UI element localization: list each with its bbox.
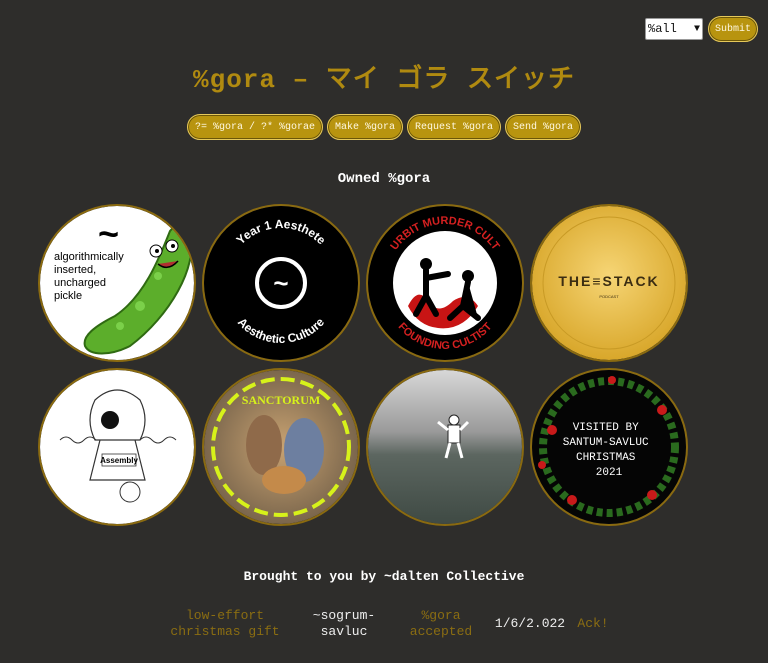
- page-title: %gora – マイ ゴラ スイッチ: [192, 65, 576, 95]
- notification-description-line-1: low-effort: [185, 608, 264, 623]
- notification-status-line-2: accepted: [409, 624, 473, 639]
- gora-filter-select[interactable]: %all ▼: [645, 18, 703, 40]
- badge-pickle-line-1: algorithmically: [54, 251, 124, 263]
- notification-sender: ~sogrum- savluc: [300, 608, 388, 640]
- badge-assembly-text: Assembly: [100, 456, 138, 465]
- notification-date: 1/6/2.022: [494, 616, 566, 631]
- notification-description: low-effort christmas gift: [160, 608, 290, 640]
- submit-button[interactable]: Submit: [708, 16, 758, 42]
- owned-gora-heading: Owned %gora: [337, 171, 431, 187]
- badge-murder-cult[interactable]: URBIT MURDER CULT FOUNDING CULTIST: [366, 204, 524, 362]
- send-gora-button[interactable]: Send %gora: [505, 114, 582, 140]
- filter-bar: %all ▼ Submit: [645, 16, 758, 42]
- badge-assembly[interactable]: Assembly: [38, 368, 196, 526]
- badge-pickle[interactable]: ~ algorithmically inserted, uncharged pi…: [38, 204, 196, 362]
- badge-stack-title: THE≡STACK: [558, 273, 659, 289]
- badge-sanctorum[interactable]: SANCTORUM: [202, 368, 360, 526]
- badge-pickle-line-2: inserted,: [54, 264, 96, 276]
- badge-the-stack[interactable]: THE≡STACK PODCAST: [530, 204, 688, 362]
- ack-link[interactable]: Ack!: [572, 616, 614, 632]
- search-gora-button[interactable]: ?= %gora / ?* %gorae: [186, 114, 323, 140]
- notification-description-line-2: christmas gift: [170, 624, 280, 639]
- action-buttons: ?= %gora / ?* %gorae Make %gora Request …: [0, 114, 768, 140]
- badge-sanctorum-text: SANCTORUM: [242, 393, 320, 407]
- notification-status: %gora accepted: [400, 608, 482, 640]
- badge-pickle-line-4: pickle: [54, 290, 82, 302]
- badge-astronaut[interactable]: [366, 368, 524, 526]
- credit-text: Brought to you by ~dalten Collective: [243, 569, 525, 584]
- badge-christmas-line-3: CHRISTMAS: [576, 452, 636, 464]
- badge-christmas-line-1: VISITED BY: [573, 422, 639, 434]
- badge-aesthete-tilde: ~: [273, 268, 288, 298]
- badge-pickle-tilde: ~: [98, 213, 119, 254]
- badge-christmas-line-4: 2021: [596, 467, 623, 479]
- make-gora-button[interactable]: Make %gora: [326, 114, 403, 140]
- badge-stack-sub: PODCAST: [599, 294, 619, 299]
- badge-christmas-line-2: SANTUM-SAVLUC: [563, 437, 649, 449]
- badge-christmas[interactable]: VISITED BY SANTUM-SAVLUC CHRISTMAS 2021: [530, 368, 688, 526]
- request-gora-button[interactable]: Request %gora: [407, 114, 502, 140]
- notification-status-line-1: %gora: [421, 608, 461, 623]
- notification-sender-line-1: ~sogrum-: [312, 608, 376, 623]
- chevron-down-icon: ▼: [693, 23, 700, 35]
- filter-selected-value: %all: [648, 22, 677, 36]
- badge-aesthete[interactable]: Year 1 Aesthete Aesthetic Culture ~: [202, 204, 360, 362]
- notification-sender-line-2: savluc: [320, 624, 368, 639]
- badge-pickle-line-3: uncharged: [54, 277, 106, 289]
